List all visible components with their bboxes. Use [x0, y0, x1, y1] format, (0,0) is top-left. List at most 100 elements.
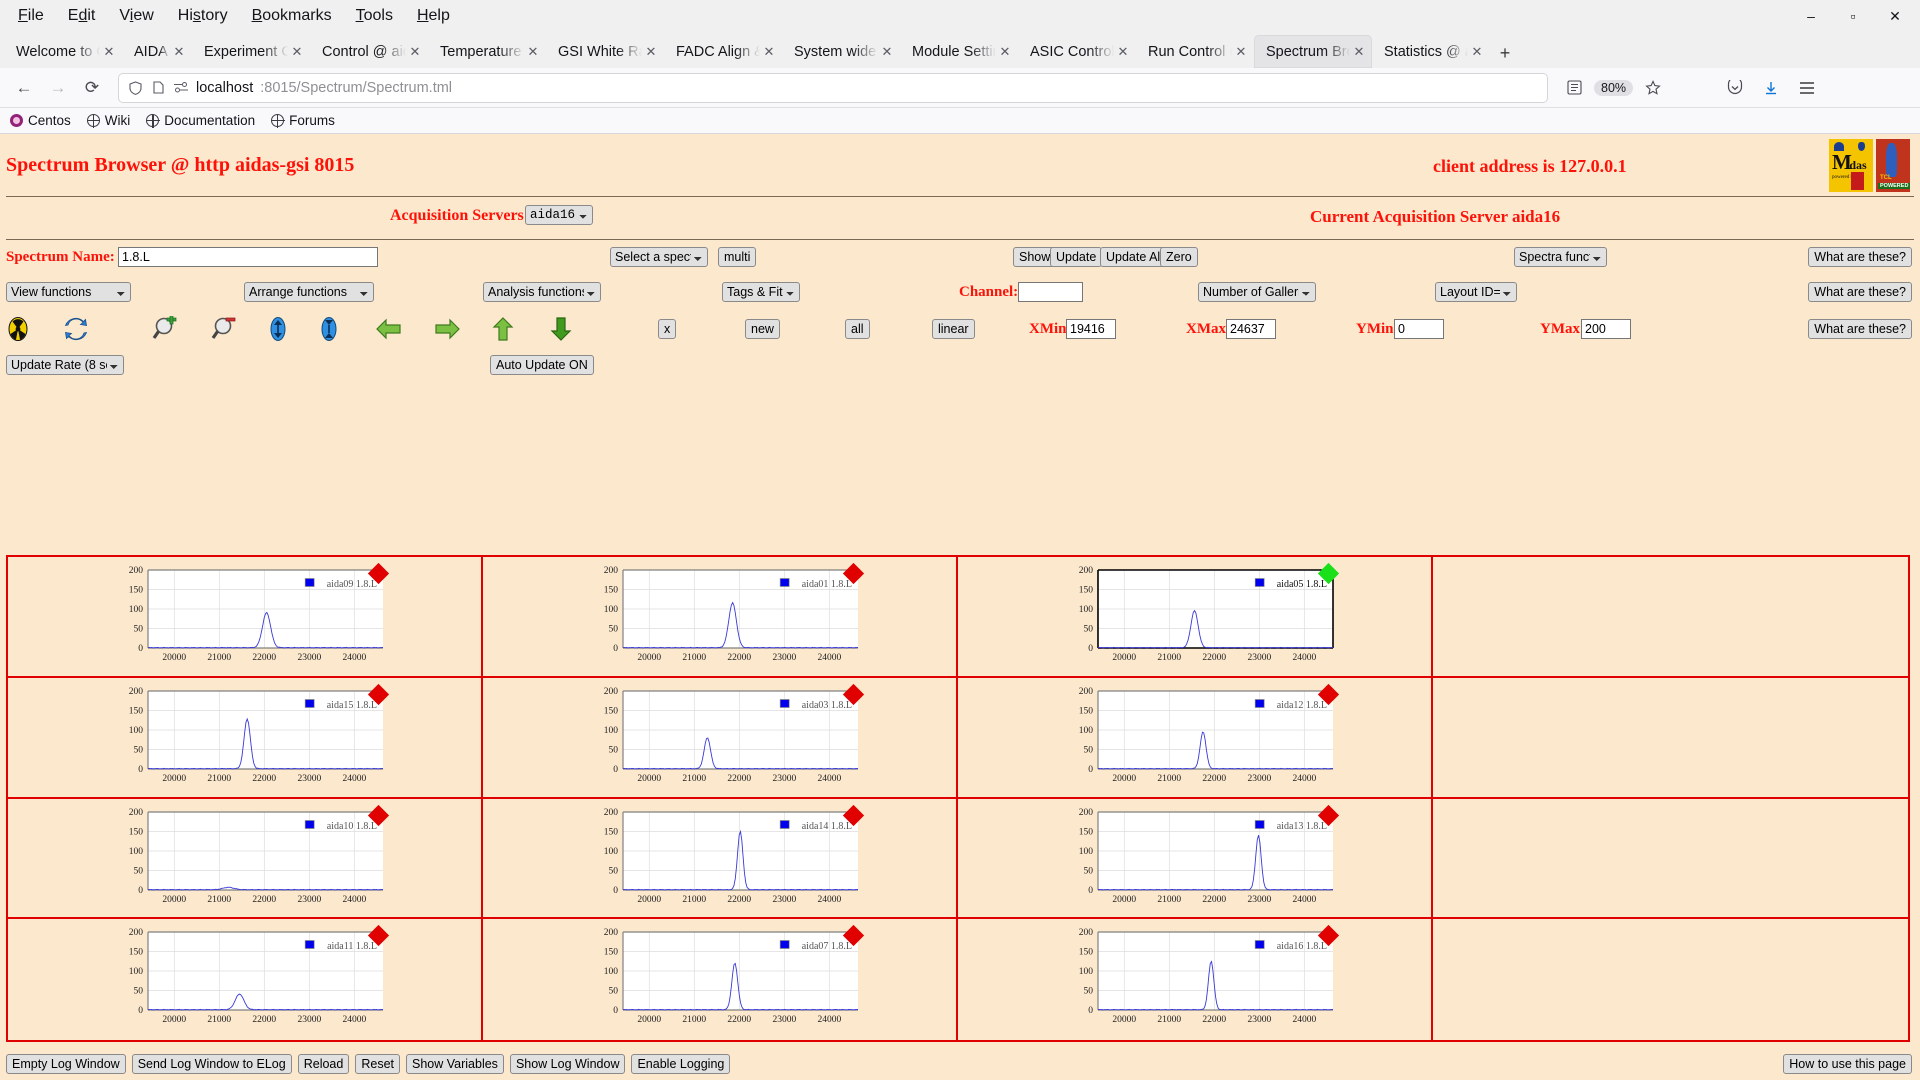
log-button-2[interactable]: Reload — [298, 1054, 350, 1074]
browser-tab-7[interactable]: System wide Che✕ — [782, 35, 900, 68]
spectrum-plot[interactable]: 0501001502002000021000220002300024000aid… — [1050, 683, 1340, 791]
spectra-functions-dropdown[interactable]: Spectra functions — [1514, 247, 1607, 267]
update-button[interactable]: Update — [1050, 247, 1102, 267]
menu-tools[interactable]: Tools — [344, 3, 405, 29]
multi-button[interactable]: multi — [718, 247, 756, 267]
spectrum-plot[interactable]: 0501001502002000021000220002300024000aid… — [575, 683, 865, 791]
bookmark-forums[interactable]: Forums — [271, 113, 335, 128]
xmin-input[interactable] — [1066, 319, 1116, 339]
close-icon[interactable]: ✕ — [526, 44, 540, 60]
maximize-button[interactable]: ▫ — [1832, 0, 1874, 32]
menu-help[interactable]: Help — [405, 3, 462, 29]
spectrum-plot[interactable]: 0501001502002000021000220002300024000aid… — [100, 562, 390, 670]
zoom-in-icon[interactable] — [152, 316, 180, 342]
arrow-up-icon[interactable] — [492, 316, 520, 342]
browser-tab-4[interactable]: Temperature and✕ — [428, 35, 546, 68]
close-icon[interactable]: ✕ — [1352, 44, 1366, 60]
reader-mode-icon[interactable] — [1558, 73, 1590, 103]
back-icon[interactable]: ← — [8, 73, 40, 103]
tags-and-fits-dropdown[interactable]: Tags & Fits — [722, 282, 800, 302]
close-icon[interactable]: ✕ — [102, 44, 116, 60]
xmax-input[interactable] — [1226, 319, 1276, 339]
hamburger-menu-icon[interactable] — [1791, 73, 1823, 103]
spectrum-plot[interactable]: 0501001502002000021000220002300024000aid… — [1050, 562, 1340, 670]
bookmark-centos[interactable]: Centos — [10, 113, 71, 128]
close-icon[interactable]: ✕ — [644, 44, 658, 60]
log-button-4[interactable]: Show Variables — [406, 1054, 504, 1074]
browser-tab-12[interactable]: Statistics @ aidas✕ — [1372, 35, 1490, 68]
log-button-0[interactable]: Empty Log Window — [6, 1054, 126, 1074]
layout-id-dropdown[interactable]: Layout ID=3 — [1435, 282, 1517, 302]
spectrum-cell-aida05[interactable]: 0501001502002000021000220002300024000aid… — [958, 557, 1433, 678]
spectrum-cell-aida16[interactable]: 0501001502002000021000220002300024000aid… — [958, 919, 1433, 1040]
bookmark-wiki[interactable]: Wiki — [87, 113, 131, 128]
menu-view[interactable]: View — [107, 3, 165, 29]
x-button[interactable]: x — [658, 319, 676, 339]
close-button[interactable]: ✕ — [1874, 0, 1916, 32]
spectrum-plot[interactable]: 0501001502002000021000220002300024000aid… — [575, 562, 865, 670]
downloads-icon[interactable] — [1755, 73, 1787, 103]
select-a-spectrum-dropdown[interactable]: Select a spectrum — [610, 247, 708, 267]
spectrum-cell-aida14[interactable]: 0501001502002000021000220002300024000aid… — [483, 799, 958, 920]
spectrum-name-input[interactable] — [118, 247, 378, 267]
radiation-icon[interactable] — [5, 316, 33, 342]
spectrum-cell-aida10[interactable]: 0501001502002000021000220002300024000aid… — [8, 799, 483, 920]
browser-tab-1[interactable]: AIDA✕ — [122, 35, 192, 68]
permissions-icon[interactable] — [173, 80, 189, 96]
bookmark-star-icon[interactable] — [1637, 73, 1669, 103]
arrow-right-icon[interactable] — [433, 318, 461, 344]
new-tab-button[interactable]: + — [1490, 38, 1520, 68]
spectrum-plot[interactable]: 0501001502002000021000220002300024000aid… — [100, 804, 390, 912]
close-icon[interactable]: ✕ — [172, 44, 186, 60]
contract-vertical-icon[interactable] — [316, 316, 344, 342]
spectrum-plot[interactable]: 0501001502002000021000220002300024000aid… — [575, 924, 865, 1032]
menu-history[interactable]: History — [166, 3, 240, 29]
how-to-use-button[interactable]: How to use this page — [1783, 1054, 1912, 1074]
spectrum-cell-aida09[interactable]: 0501001502002000021000220002300024000aid… — [8, 557, 483, 678]
refresh-icon[interactable] — [63, 316, 91, 342]
close-icon[interactable]: ✕ — [290, 44, 304, 60]
update-rate-dropdown[interactable]: Update Rate (8 secs) — [6, 355, 124, 375]
spectrum-cell-aida01[interactable]: 0501001502002000021000220002300024000aid… — [483, 557, 958, 678]
spectrum-plot[interactable]: 0501001502002000021000220002300024000aid… — [575, 804, 865, 912]
linear-button[interactable]: linear — [932, 319, 975, 339]
reload-icon[interactable]: ⟳ — [76, 73, 108, 103]
spectrum-cell-aida07[interactable]: 0501001502002000021000220002300024000aid… — [483, 919, 958, 1040]
close-icon[interactable]: ✕ — [762, 44, 776, 60]
spectrum-cell-aida03[interactable]: 0501001502002000021000220002300024000aid… — [483, 678, 958, 799]
menu-bookmarks[interactable]: Bookmarks — [240, 3, 344, 29]
spectrum-plot[interactable]: 0501001502002000021000220002300024000aid… — [100, 924, 390, 1032]
arrow-left-icon[interactable] — [375, 318, 403, 344]
browser-tab-8[interactable]: Module Settings✕ — [900, 35, 1018, 68]
spectrum-cell-aida15[interactable]: 0501001502002000021000220002300024000aid… — [8, 678, 483, 799]
view-functions-dropdown[interactable]: View functions — [6, 282, 131, 302]
close-icon[interactable]: ✕ — [880, 44, 894, 60]
ymin-input[interactable] — [1394, 319, 1444, 339]
ymax-input[interactable] — [1581, 319, 1631, 339]
minimize-button[interactable]: – — [1790, 0, 1832, 32]
number-of-galleries-dropdown[interactable]: Number of Galleries — [1198, 282, 1316, 302]
what-are-these-button-2[interactable]: What are these? — [1808, 282, 1912, 302]
browser-tab-10[interactable]: Run Control @ ai✕ — [1136, 35, 1254, 68]
browser-tab-9[interactable]: ASIC Control @ a✕ — [1018, 35, 1136, 68]
zero-button[interactable]: Zero — [1160, 247, 1198, 267]
close-icon[interactable]: ✕ — [1116, 44, 1130, 60]
zoom-out-icon[interactable] — [211, 316, 239, 342]
browser-tab-2[interactable]: Experiment Cont✕ — [192, 35, 310, 68]
spectrum-cell-aida12[interactable]: 0501001502002000021000220002300024000aid… — [958, 678, 1433, 799]
update-all-button[interactable]: Update All — [1100, 247, 1169, 267]
auto-update-button[interactable]: Auto Update ON — [490, 355, 594, 375]
arrange-functions-dropdown[interactable]: Arrange functions — [244, 282, 374, 302]
spectrum-plot[interactable]: 0501001502002000021000220002300024000aid… — [1050, 924, 1340, 1032]
spectrum-cell-aida11[interactable]: 0501001502002000021000220002300024000aid… — [8, 919, 483, 1040]
pocket-icon[interactable] — [1719, 73, 1751, 103]
expand-vertical-icon[interactable] — [265, 316, 293, 342]
browser-tab-0[interactable]: Welcome to Cent✕ — [4, 35, 122, 68]
what-are-these-button-3[interactable]: What are these? — [1808, 319, 1912, 339]
acquisition-server-select[interactable]: aida16 — [525, 205, 593, 225]
close-icon[interactable]: ✕ — [998, 44, 1012, 60]
close-icon[interactable]: ✕ — [408, 44, 422, 60]
log-button-6[interactable]: Enable Logging — [631, 1054, 730, 1074]
channel-input[interactable] — [1018, 282, 1083, 302]
address-bar[interactable]: localhost:8015/Spectrum/Spectrum.tml — [118, 73, 1548, 103]
